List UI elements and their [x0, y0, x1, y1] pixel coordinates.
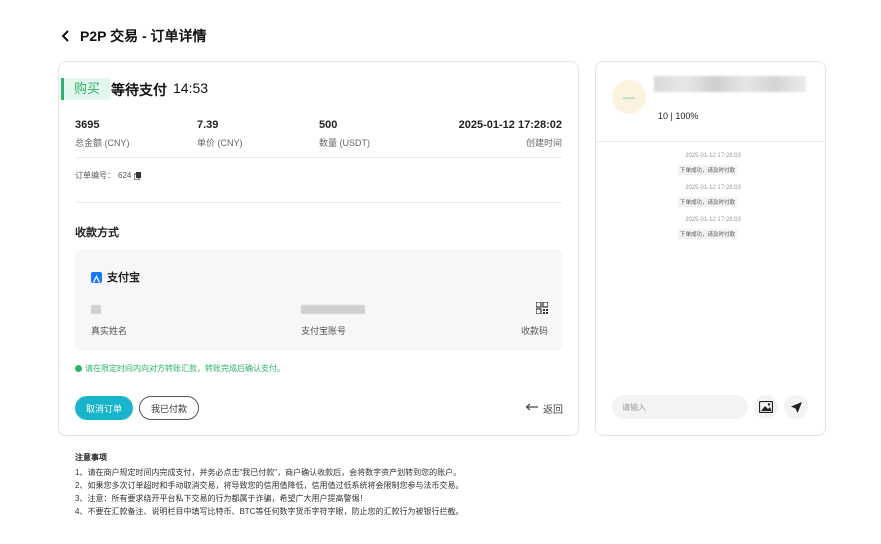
payment-section-title: 收款方式	[75, 227, 119, 239]
order-status: 等待支付	[111, 82, 167, 98]
real-name-label: 真实姓名	[91, 326, 128, 336]
message-time: 2025-01-12 17:28:03	[685, 185, 741, 191]
order-number-label: 订单编号：	[75, 171, 115, 180]
message-text: 下单成功，请及时付款	[678, 229, 738, 239]
chat-panel: — 10 | 100% 2025-01-12 17:28:03 下单成功，请及时…	[595, 61, 826, 436]
alipay-icon	[91, 271, 102, 283]
notes-section: 注意事项 1、请在商户规定时间内完成支付，并务必点击"我已付款"，商户确认收款后…	[75, 452, 463, 518]
buy-badge: 购买	[61, 78, 111, 100]
info-icon	[75, 365, 82, 372]
chat-message: 2025-01-12 17:28:03 下单成功，请及时付款	[678, 153, 748, 177]
message-text: 下单成功，请及时付款	[678, 165, 738, 175]
stat-unit-price: 7.39 单价 (CNY)	[197, 119, 243, 149]
payment-notice-text: 请在限定时间内向对方转账汇款，转账完成后确认支付。	[85, 364, 285, 373]
qr-code-icon[interactable]	[535, 301, 549, 315]
notes-title: 注意事项	[75, 453, 107, 462]
stat-value: 7.39	[197, 119, 219, 131]
chat-input[interactable]	[612, 395, 748, 419]
merchant-rating: 10 | 100%	[658, 111, 699, 121]
send-icon[interactable]	[784, 395, 808, 419]
stat-label: 数量 (USDT)	[319, 138, 370, 148]
stat-value: 500	[319, 119, 338, 131]
payment-method-box: 支付宝 真实姓名 支付宝账号 收款码	[75, 249, 562, 351]
stat-label: 单价 (CNY)	[197, 138, 243, 148]
note-line: 2、如果您多次订单超时和手动取消交易，将导致您的信用值降低，信用值过低系统将会限…	[75, 481, 464, 490]
stat-created-time: 2025-01-12 17:28:02 创建时间	[459, 119, 562, 149]
note-line: 1、请在商户规定时间内完成支付，并务必点击"我已付款"，商户确认收款后，会将数字…	[75, 468, 462, 477]
stat-value: 3695	[75, 119, 100, 131]
merchant-avatar: —	[612, 80, 646, 114]
countdown-timer: 14:53	[173, 80, 209, 96]
stat-total-amount: 3695 总金额 (CNY)	[75, 119, 130, 149]
alipay-account-redacted	[301, 305, 365, 314]
order-number-value: 624	[118, 171, 132, 180]
divider	[75, 202, 562, 203]
note-line: 4、不要在汇款备注、说明栏目中填写比特币、BTC等任何数字货币字符字眼，防止您的…	[75, 507, 464, 516]
merchant-name-redacted	[654, 76, 806, 92]
divider	[596, 141, 825, 142]
qr-code-label: 收款码	[521, 326, 549, 336]
real-name-redacted	[91, 305, 101, 314]
stat-label: 创建时间	[525, 138, 562, 148]
order-number: 订单编号： 624	[75, 170, 142, 181]
message-text: 下单成功，请及时付款	[678, 197, 738, 207]
stat-quantity: 500 数量 (USDT)	[319, 119, 370, 149]
image-upload-icon[interactable]	[754, 395, 778, 419]
back-label: 返回	[543, 405, 563, 416]
payment-method: 支付宝	[91, 269, 140, 285]
stat-value: 2025-01-12 17:28:02	[458, 119, 562, 131]
page-header: P2P 交易 - 订单详情	[58, 26, 207, 46]
message-time: 2025-01-12 17:28:03	[685, 153, 741, 159]
payment-notice: 请在限定时间内向对方转账汇款，转账完成后确认支付。	[75, 363, 285, 374]
order-card: 购买 等待支付 14:53 3695 总金额 (CNY) 7.39 单价 (CN…	[58, 61, 579, 436]
note-line: 3、注意：所有要求绕开平台私下交易的行为都属于诈骗，希望广大用户提高警惕！	[75, 494, 368, 503]
back-link[interactable]: 返回	[525, 401, 563, 416]
stat-label: 总金额 (CNY)	[75, 138, 130, 148]
alipay-account-label: 支付宝账号	[301, 326, 347, 336]
message-time: 2025-01-12 17:28:03	[685, 217, 741, 223]
page-title: P2P 交易 - 订单详情	[80, 28, 207, 44]
payment-method-label: 支付宝	[107, 272, 140, 284]
copy-icon[interactable]	[133, 171, 142, 180]
chat-message: 2025-01-12 17:28:03 下单成功，请及时付款	[678, 185, 748, 209]
chevron-left-icon[interactable]	[58, 28, 74, 44]
divider	[75, 157, 562, 158]
cancel-order-button[interactable]: 取消订单	[75, 396, 133, 420]
paid-button[interactable]: 我已付款	[139, 396, 199, 420]
chat-message: 2025-01-12 17:28:03 下单成功，请及时付款	[678, 217, 748, 241]
arrow-left-icon	[525, 403, 539, 414]
